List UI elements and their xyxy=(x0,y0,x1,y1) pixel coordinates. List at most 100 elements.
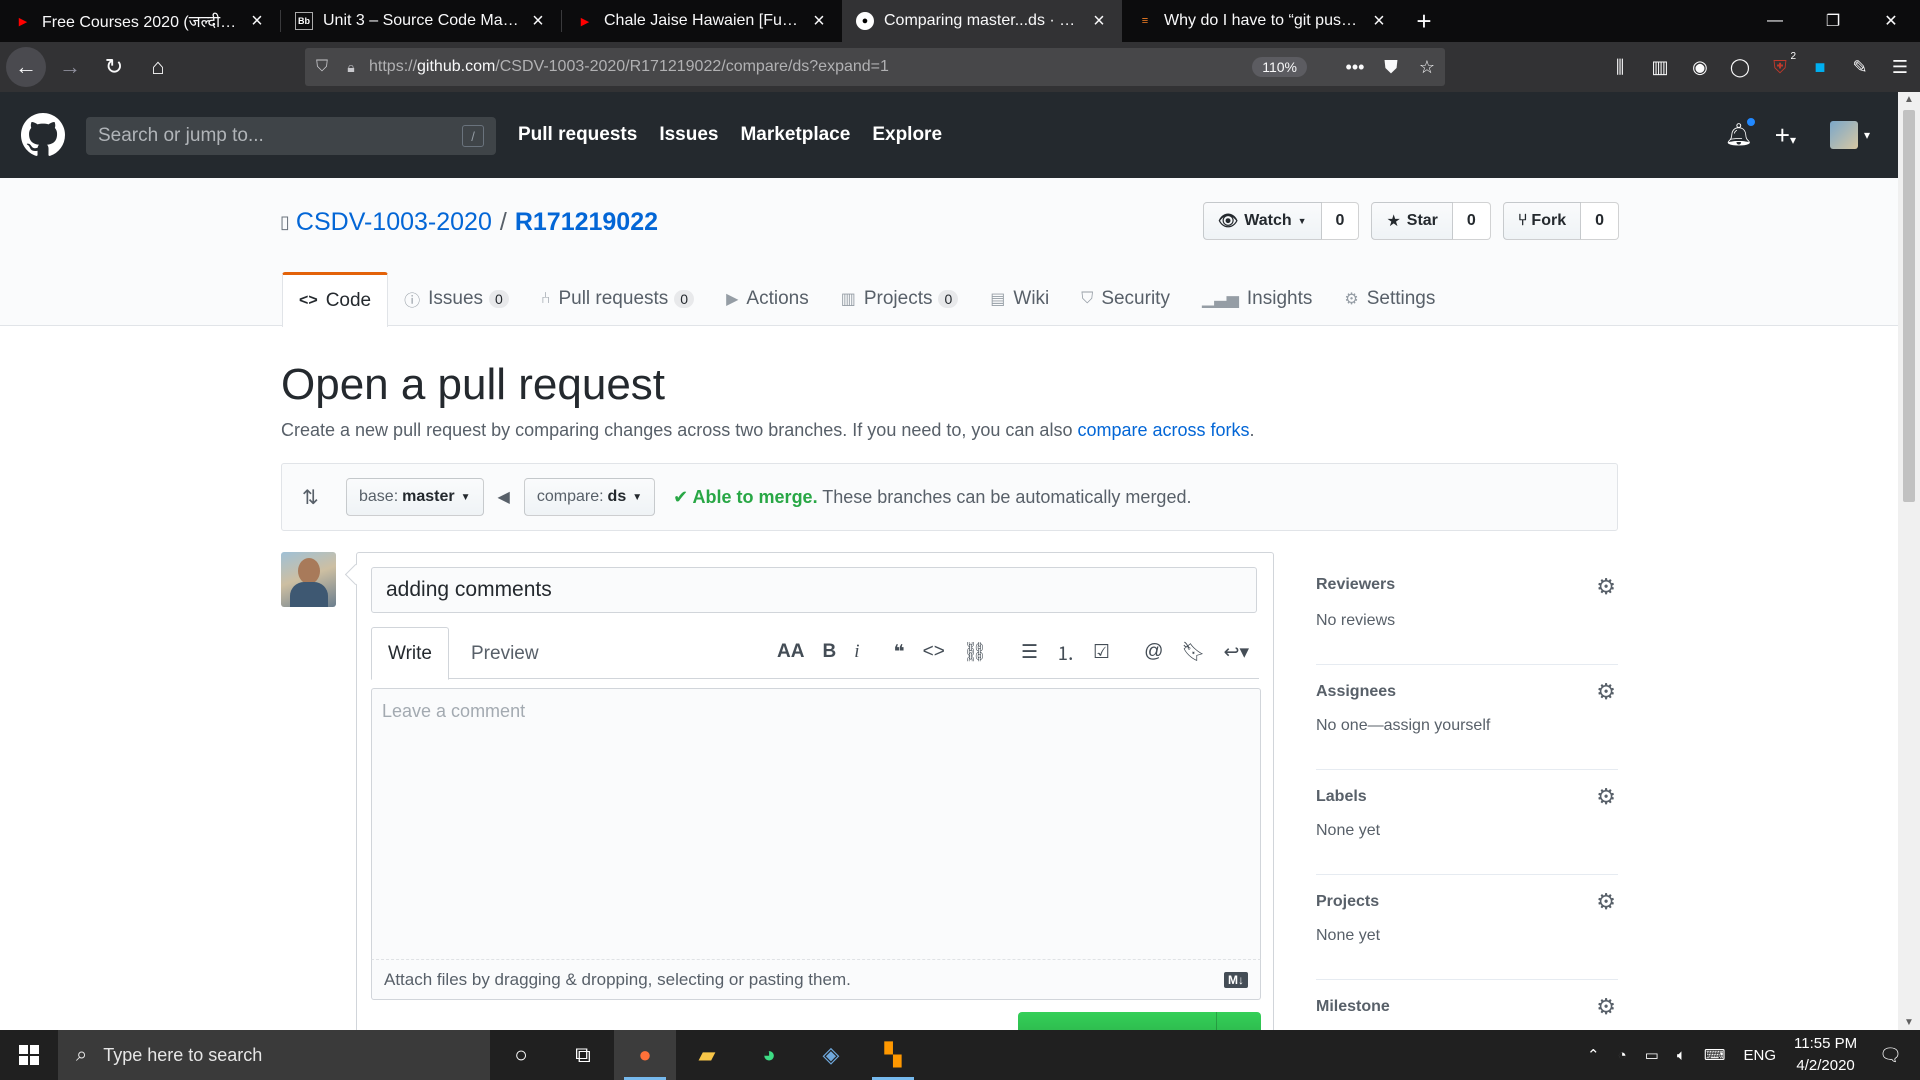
firefox-icon[interactable]: ● xyxy=(614,1030,676,1080)
task-list-icon[interactable]: ☑ xyxy=(1093,641,1110,664)
repo-owner-link[interactable]: CSDV-1003-2020 xyxy=(296,208,492,237)
search-input[interactable]: Search or jump to... / xyxy=(86,117,496,155)
link-icon[interactable]: ⛓ xyxy=(963,640,987,664)
tab-code[interactable]: <> Code xyxy=(282,272,389,327)
lock-icon[interactable]: 🔒︎ xyxy=(339,59,363,76)
ublock-icon[interactable]: ⛨ 2 xyxy=(1760,51,1800,78)
nav-issues[interactable]: Issues xyxy=(659,124,718,146)
repo-name-link[interactable]: R171219022 xyxy=(515,208,658,237)
language-indicator[interactable]: ENG xyxy=(1744,1047,1777,1064)
pr-title-input[interactable]: adding comments xyxy=(371,567,1257,613)
notifications-bell-icon[interactable]: 🔔︎ xyxy=(1725,116,1757,148)
browser-tab[interactable]: ≡ Why do I have to “git push --se × xyxy=(1122,0,1402,42)
volume-icon[interactable]: 🔈︎ xyxy=(1677,1047,1686,1064)
mention-icon[interactable]: @ xyxy=(1144,641,1163,663)
taskbar-search[interactable]: ⌕ Type here to search xyxy=(58,1030,490,1080)
close-icon[interactable]: × xyxy=(246,10,268,33)
saved-replies-icon[interactable]: ↩▾ xyxy=(1224,641,1249,664)
tab-security[interactable]: ⛉ Security xyxy=(1065,272,1186,326)
nav-explore[interactable]: Explore xyxy=(872,124,942,146)
search-extension-icon[interactable]: ◯ xyxy=(1720,57,1760,78)
sidebar-value[interactable]: No one—assign yourself xyxy=(1316,717,1490,735)
star-button[interactable]: ★ Star xyxy=(1371,202,1453,240)
forward-button[interactable]: → xyxy=(50,47,90,87)
skype-icon[interactable]: ■ xyxy=(1800,57,1840,78)
quote-icon[interactable]: ❝ xyxy=(894,641,905,664)
browser-tab[interactable]: ▶ Chale Jaise Hawaien [Full Song × xyxy=(562,0,842,42)
cortana-icon[interactable]: ○ xyxy=(490,1030,552,1080)
url-text[interactable]: https://github.com/CSDV-1003-2020/R17121… xyxy=(363,58,1252,76)
close-icon[interactable]: × xyxy=(1368,10,1390,33)
reload-button[interactable]: ↻ xyxy=(94,47,134,87)
heading-icon[interactable]: AA xyxy=(777,641,804,663)
library-icon[interactable]: ⫼ xyxy=(1600,57,1640,78)
reference-icon[interactable]: 🔖︎ xyxy=(1181,640,1205,664)
wifi-icon[interactable]: ◔ xyxy=(1618,1047,1627,1064)
browser-tab[interactable]: ▶ Free Courses 2020 (जल्दी लूट लो × xyxy=(0,0,280,42)
notifications-icon[interactable]: 🗨︎ xyxy=(1879,1045,1902,1066)
code-icon[interactable]: <> xyxy=(923,641,945,663)
create-new-dropdown[interactable]: +▾ xyxy=(1775,120,1796,151)
android-studio-icon[interactable]: ◕ xyxy=(738,1030,800,1080)
minimize-icon[interactable]: — xyxy=(1746,0,1804,42)
markdown-icon[interactable]: M↓ xyxy=(1224,971,1248,988)
home-button[interactable]: ⌂ xyxy=(138,47,178,87)
attach-files-bar[interactable]: Attach files by dragging & dropping, sel… xyxy=(371,960,1261,1000)
tab-wiki[interactable]: ▤ Wiki xyxy=(974,272,1065,326)
browser-tab-active[interactable]: ● Comparing master...ds · CSDV- × xyxy=(842,0,1122,42)
zoom-level[interactable]: 110% xyxy=(1252,57,1307,77)
tab-actions[interactable]: ▶ Actions xyxy=(710,272,825,326)
watch-count[interactable]: 0 xyxy=(1321,202,1360,240)
gear-icon[interactable]: ⚙ xyxy=(1596,679,1616,705)
virtualbox-icon[interactable]: ◈ xyxy=(800,1030,862,1080)
gear-icon[interactable]: ⚙ xyxy=(1596,994,1616,1020)
sublime-icon[interactable]: ▚ xyxy=(862,1030,924,1080)
base-branch-select[interactable]: base: master ▼ xyxy=(346,478,484,516)
bookmark-star-icon[interactable]: ☆ xyxy=(1409,57,1445,78)
task-view-icon[interactable]: ⧉ xyxy=(552,1030,614,1080)
tab-pull-requests[interactable]: ⑃ Pull requests 0 xyxy=(525,272,710,326)
file-explorer-icon[interactable]: ▰ xyxy=(676,1030,738,1080)
keyboard-icon[interactable]: ⌨ xyxy=(1704,1046,1726,1064)
page-actions-icon[interactable]: ••• xyxy=(1337,57,1373,78)
comment-textarea[interactable]: Leave a comment xyxy=(371,688,1261,960)
italic-icon[interactable]: i xyxy=(854,641,859,663)
page-scrollbar[interactable]: ▲ ▼ xyxy=(1898,92,1920,1030)
gear-icon[interactable]: ⚙ xyxy=(1596,889,1616,915)
tab-preview[interactable]: Preview xyxy=(455,627,555,680)
star-count[interactable]: 0 xyxy=(1452,202,1491,240)
bulleted-list-icon[interactable]: ☰ xyxy=(1021,641,1038,664)
chevron-up-icon[interactable]: ⌃ xyxy=(1587,1046,1600,1064)
back-button[interactable]: ← xyxy=(6,47,46,87)
tab-insights[interactable]: ▁▃▅ Insights xyxy=(1186,272,1328,326)
close-icon[interactable]: × xyxy=(1088,10,1110,33)
tab-write[interactable]: Write xyxy=(371,627,449,680)
watch-button[interactable]: 👁︎ Watch ▼ xyxy=(1202,202,1322,240)
sidebar-icon[interactable]: ▥ xyxy=(1640,57,1680,78)
compare-branch-select[interactable]: compare: ds ▼ xyxy=(523,478,656,516)
user-menu[interactable]: ▾ xyxy=(1829,121,1870,149)
windows-start-icon[interactable] xyxy=(0,1030,58,1080)
scroll-thumb[interactable] xyxy=(1903,110,1915,502)
scroll-up-icon[interactable]: ▲ xyxy=(1898,94,1920,105)
fork-count[interactable]: 0 xyxy=(1581,202,1619,240)
nav-pull-requests[interactable]: Pull requests xyxy=(518,124,637,146)
github-logo-icon[interactable] xyxy=(21,113,65,157)
restore-icon[interactable]: ❐ xyxy=(1804,0,1862,42)
url-bar[interactable]: ⛉ 🔒︎ https://github.com/CSDV-1003-2020/R… xyxy=(305,48,1445,86)
browser-tab[interactable]: Bb Unit 3 – Source Code Managem × xyxy=(281,0,561,42)
close-icon[interactable]: × xyxy=(527,10,549,33)
menu-icon[interactable]: ☰ xyxy=(1880,57,1920,78)
new-tab-button[interactable]: + xyxy=(1402,0,1446,42)
compare-forks-link[interactable]: compare across forks xyxy=(1077,420,1249,440)
pocket-icon[interactable]: ⛊ xyxy=(1373,57,1409,78)
battery-icon[interactable]: ▭ xyxy=(1645,1046,1659,1064)
nav-marketplace[interactable]: Marketplace xyxy=(740,124,850,146)
tracking-shield-icon[interactable]: ⛉ xyxy=(305,58,339,76)
tab-projects[interactable]: ▥ Projects 0 xyxy=(825,272,975,326)
gear-icon[interactable]: ⚙ xyxy=(1596,574,1616,600)
tab-issues[interactable]: ⓘ Issues 0 xyxy=(388,272,525,326)
tab-settings[interactable]: ⚙ Settings xyxy=(1328,272,1451,326)
user-avatar[interactable] xyxy=(281,552,336,607)
close-window-icon[interactable]: ✕ xyxy=(1862,0,1920,42)
